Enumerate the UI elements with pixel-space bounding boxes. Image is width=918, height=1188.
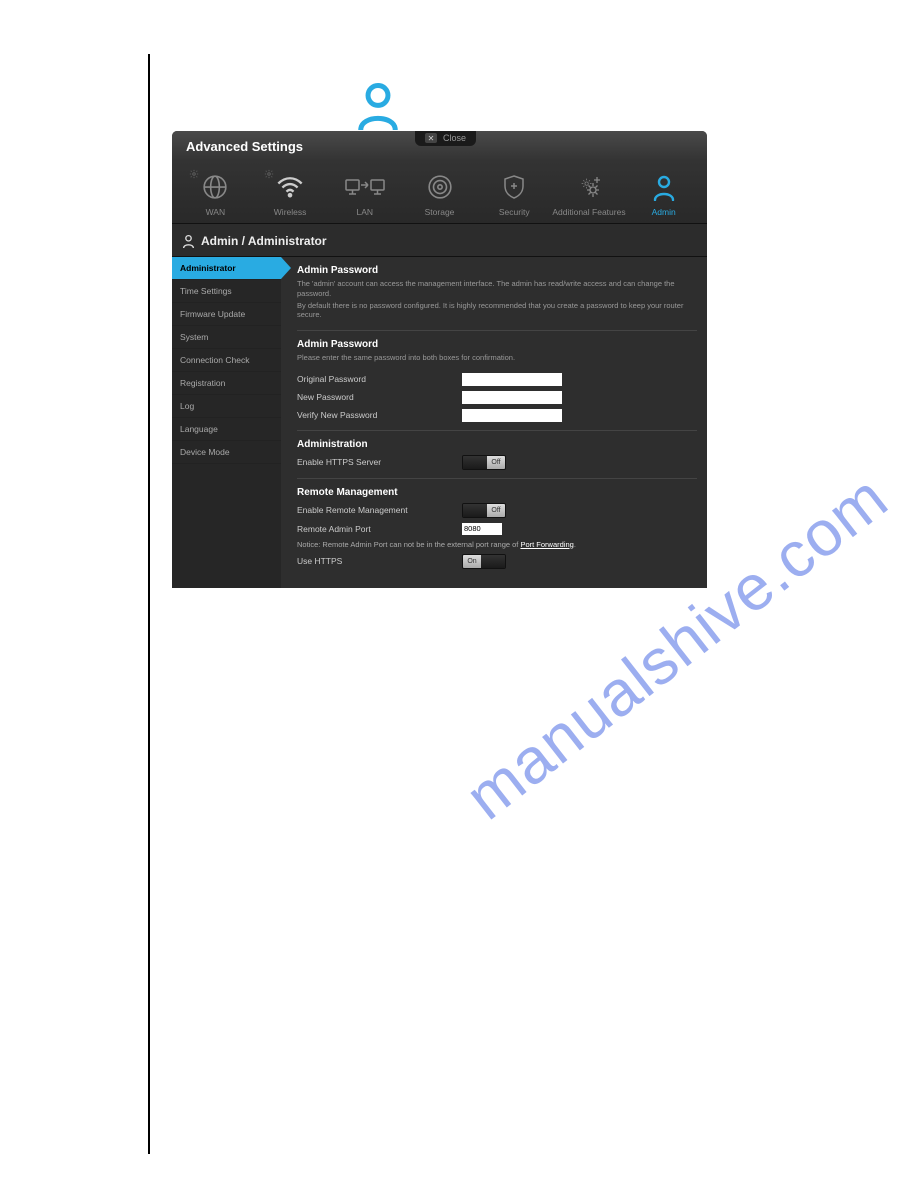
toggle-track <box>481 555 505 568</box>
section-desc-2: By default there is no password configur… <box>297 301 697 321</box>
sidebar-item-label: Firmware Update <box>180 309 245 319</box>
nav-storage[interactable]: Storage <box>402 171 477 217</box>
section-title-administration: Administration <box>297 439 697 450</box>
notice-prefix: Notice: Remote Admin Port can not be in … <box>297 540 520 549</box>
sidebar-item-time-settings[interactable]: Time Settings <box>172 280 281 303</box>
toggle-value: On <box>463 555 481 568</box>
sidebar-item-log[interactable]: Log <box>172 395 281 418</box>
sidebar-item-device-mode[interactable]: Device Mode <box>172 441 281 464</box>
toggle-value: Off <box>487 456 505 469</box>
admin-icon <box>626 171 701 203</box>
divider <box>297 330 697 331</box>
sidebar-item-registration[interactable]: Registration <box>172 372 281 395</box>
label-original-password: Original Password <box>297 374 462 384</box>
sidebar-item-label: System <box>180 332 208 342</box>
row-verify-password: Verify New Password <box>297 409 697 422</box>
section-subtitle: Please enter the same password into both… <box>297 353 697 363</box>
section-desc-1: The 'admin' account can access the manag… <box>297 279 697 299</box>
nav-admin[interactable]: Admin <box>626 171 701 217</box>
panel-body: Administrator Time Settings Firmware Upd… <box>172 257 707 588</box>
nav-label: WAN <box>178 207 253 217</box>
nav-label: LAN <box>327 207 402 217</box>
sidebar-item-administrator[interactable]: Administrator <box>172 257 281 280</box>
label-enable-remote-management: Enable Remote Management <box>297 505 462 515</box>
sidebar-item-system[interactable]: System <box>172 326 281 349</box>
sidebar: Administrator Time Settings Firmware Upd… <box>172 257 281 588</box>
breadcrumb: Admin / Administrator <box>172 224 707 257</box>
sidebar-item-label: Registration <box>180 378 225 388</box>
nav-label: Storage <box>402 207 477 217</box>
nav-wan[interactable]: WAN <box>178 171 253 217</box>
gear-icon <box>189 169 199 179</box>
disc-icon <box>402 171 477 203</box>
row-original-password: Original Password <box>297 373 697 386</box>
label-remote-admin-port: Remote Admin Port <box>297 524 462 534</box>
sidebar-item-label: Time Settings <box>180 286 232 296</box>
divider <box>297 478 697 479</box>
link-port-forwarding[interactable]: Port Forwarding <box>520 540 573 549</box>
notice-suffix: . <box>574 540 576 549</box>
sidebar-item-language[interactable]: Language <box>172 418 281 441</box>
gears-icon <box>552 171 627 203</box>
sidebar-item-connection-check[interactable]: Connection Check <box>172 349 281 372</box>
nav-label: Admin <box>626 207 701 217</box>
row-new-password: New Password <box>297 391 697 404</box>
row-enable-remote-management: Enable Remote Management Off <box>297 503 697 518</box>
admin-icon-large <box>355 80 401 130</box>
nav-label: Security <box>477 207 552 217</box>
breadcrumb-text: Admin / Administrator <box>201 234 327 248</box>
toggle-track <box>463 504 487 517</box>
sidebar-item-label: Connection Check <box>180 355 249 365</box>
row-use-https: Use HTTPS On <box>297 554 697 569</box>
gear-icon <box>264 169 274 179</box>
panel-title: Advanced Settings <box>186 139 303 154</box>
sidebar-item-label: Device Mode <box>180 447 230 457</box>
top-nav: WAN Wireless LAN Storage <box>172 161 707 224</box>
input-remote-admin-port[interactable] <box>462 523 502 535</box>
settings-panel: Advanced Settings ✕ Close WAN Wireless <box>172 131 707 588</box>
section-title-admin-password: Admin Password <box>297 339 697 350</box>
section-title-remote-management: Remote Management <box>297 487 697 498</box>
divider <box>297 430 697 431</box>
label-use-https: Use HTTPS <box>297 556 462 566</box>
toggle-enable-remote-management[interactable]: Off <box>462 503 506 518</box>
toggle-use-https[interactable]: On <box>462 554 506 569</box>
nav-lan[interactable]: LAN <box>327 171 402 217</box>
label-verify-password: Verify New Password <box>297 410 462 420</box>
nav-security[interactable]: Security <box>477 171 552 217</box>
toggle-value: Off <box>487 504 505 517</box>
nav-label: Additional Features <box>552 207 627 217</box>
label-enable-https-server: Enable HTTPS Server <box>297 457 462 467</box>
sidebar-item-firmware-update[interactable]: Firmware Update <box>172 303 281 326</box>
page-left-border <box>148 54 150 1154</box>
toggle-track <box>463 456 487 469</box>
sidebar-item-label: Administrator <box>180 263 236 273</box>
section-title-admin-password-intro: Admin Password <box>297 265 697 276</box>
person-icon <box>182 234 195 248</box>
main-content: Admin Password The 'admin' account can a… <box>281 257 707 588</box>
sidebar-item-label: Log <box>180 401 194 411</box>
input-new-password[interactable] <box>462 391 562 404</box>
close-button[interactable]: ✕ Close <box>415 131 476 146</box>
shield-icon <box>477 171 552 203</box>
nav-label: Wireless <box>253 207 328 217</box>
lan-icon <box>327 171 402 203</box>
input-verify-password[interactable] <box>462 409 562 422</box>
panel-header: Advanced Settings ✕ Close <box>172 131 707 161</box>
nav-wireless[interactable]: Wireless <box>253 171 328 217</box>
remote-port-notice: Notice: Remote Admin Port can not be in … <box>297 540 697 549</box>
label-new-password: New Password <box>297 392 462 402</box>
row-remote-admin-port: Remote Admin Port <box>297 523 697 535</box>
input-original-password[interactable] <box>462 373 562 386</box>
nav-additional-features[interactable]: Additional Features <box>552 171 627 217</box>
sidebar-item-label: Language <box>180 424 218 434</box>
toggle-enable-https-server[interactable]: Off <box>462 455 506 470</box>
close-icon: ✕ <box>425 133 437 143</box>
row-enable-https-server: Enable HTTPS Server Off <box>297 455 697 470</box>
close-label: Close <box>443 133 466 143</box>
